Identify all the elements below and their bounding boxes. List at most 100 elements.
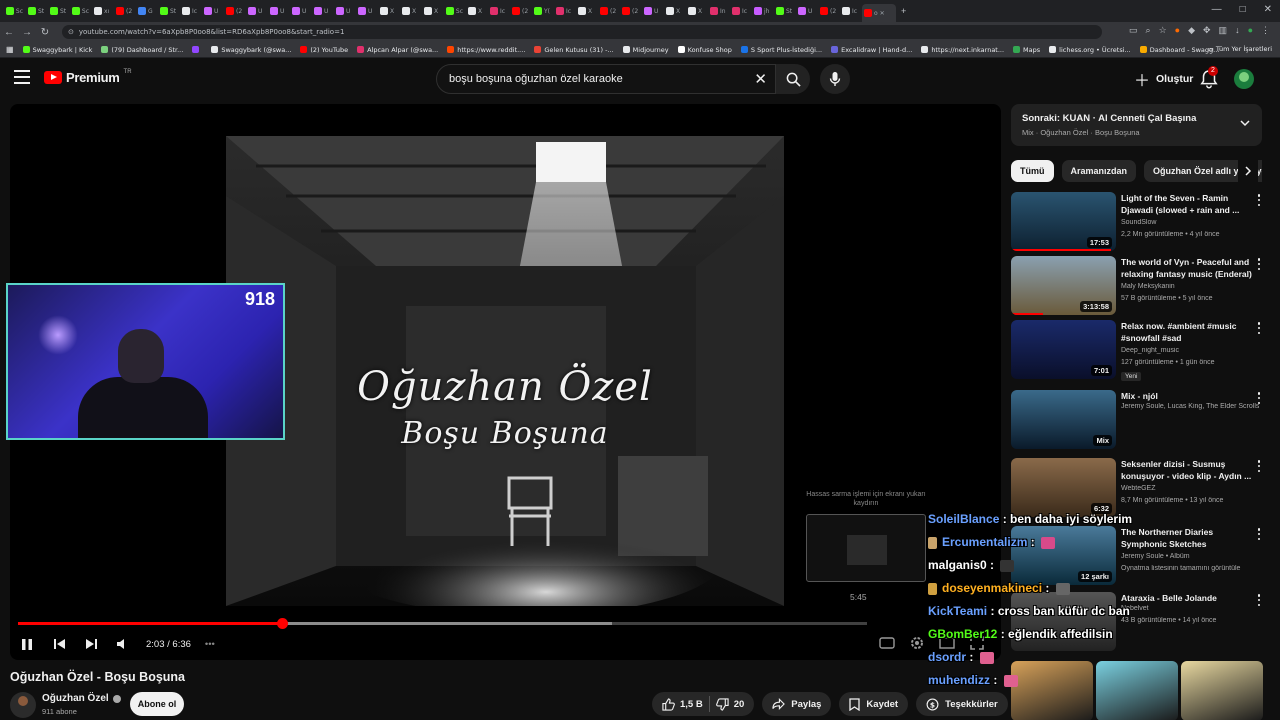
browser-tab[interactable]: U: [642, 3, 663, 19]
bookmark-item[interactable]: (2) YouTube: [300, 46, 348, 54]
dislike-button[interactable]: 20: [715, 697, 744, 711]
chip-all[interactable]: Tümü: [1011, 160, 1054, 182]
recommendation-title[interactable]: Mix - njól: [1121, 390, 1259, 402]
bookmark-star-icon[interactable]: ☆: [1159, 25, 1167, 36]
browser-tab[interactable]: Sc: [4, 3, 25, 19]
up-next-mix-panel[interactable]: Sonraki: KUAN · Al Cenneti Çal Başına Mi…: [1011, 104, 1262, 146]
create-button[interactable]: ＋ Oluştur: [1124, 64, 1203, 94]
browser-tab[interactable]: St: [26, 3, 47, 19]
video-thumbnail[interactable]: Mix: [1011, 390, 1116, 449]
browser-tab[interactable]: X: [422, 3, 443, 19]
browser-tab[interactable]: St: [158, 3, 179, 19]
bookmark-item[interactable]: [192, 46, 202, 53]
browser-tab[interactable]: (2: [224, 3, 245, 19]
browser-tab[interactable]: jh: [752, 3, 773, 19]
reload-icon[interactable]: ↻: [36, 27, 54, 38]
recommendation-channel[interactable]: Jeremy Soule, Lucas King, The Elder Scro…: [1121, 403, 1259, 410]
profile-icon[interactable]: ●: [1248, 25, 1253, 36]
recommendation-title[interactable]: Seksenler dizisi - Susmuş konuşuyor - vi…: [1121, 458, 1259, 482]
recommendation-title[interactable]: Light of the Seven - Ramin Djawadi (slow…: [1121, 192, 1259, 216]
video-thumbnail[interactable]: 6:32: [1011, 458, 1116, 517]
chevron-down-icon[interactable]: [1240, 118, 1250, 128]
browser-tab[interactable]: U: [246, 3, 267, 19]
browser-tab[interactable]: U: [290, 3, 311, 19]
forward-icon[interactable]: →: [18, 27, 36, 38]
recommendation-item[interactable]: 17:53 Light of the Seven - Ramin Djawadi …: [1011, 192, 1271, 252]
browser-tab[interactable]: Y(: [532, 3, 553, 19]
recommendation-channel[interactable]: WebteGEZ: [1121, 485, 1259, 492]
account-avatar[interactable]: [1234, 69, 1254, 89]
search-input[interactable]: boşu boşuna oğuzhan özel karaoke ✕: [436, 64, 776, 94]
voice-search-button[interactable]: [820, 64, 850, 94]
bookmark-item[interactable]: https://next.inkarnat...: [921, 46, 1004, 54]
cast-icon[interactable]: ▭: [1129, 25, 1138, 36]
bookmark-item[interactable]: lichess.org • Ücretsi...: [1049, 46, 1131, 54]
more-options-icon[interactable]: [1257, 460, 1261, 472]
browser-tab[interactable]: Ic: [180, 3, 201, 19]
more-options-icon[interactable]: [1257, 392, 1261, 404]
extension-icon[interactable]: ◆: [1188, 25, 1195, 36]
maximize-icon[interactable]: □: [1240, 4, 1246, 15]
browser-tab[interactable]: xı: [92, 3, 113, 19]
youtube-premium-logo[interactable]: Premium TR: [44, 69, 132, 85]
video-thumbnail[interactable]: 17:53: [1011, 192, 1116, 251]
search-button[interactable]: [776, 64, 810, 94]
video-thumbnail[interactable]: 3:13:58: [1011, 256, 1116, 315]
subscribe-button[interactable]: Abone ol: [130, 692, 184, 716]
browser-tab[interactable]: Sc: [70, 3, 91, 19]
browser-tab[interactable]: U: [268, 3, 289, 19]
recommendation-item[interactable]: Ataraxia - Belle Jolande Nebelvet 43 B gör…: [1011, 592, 1271, 652]
previous-button[interactable]: [50, 635, 68, 653]
browser-tab[interactable]: U: [334, 3, 355, 19]
recommendation-item[interactable]: 6:32 Seksenler dizisi - Susmuş konuşuyor …: [1011, 458, 1271, 518]
browser-tab[interactable]: Sc: [444, 3, 465, 19]
video-thumbnail[interactable]: [1011, 592, 1116, 651]
browser-tab[interactable]: (2: [598, 3, 619, 19]
browser-tab[interactable]: X: [686, 3, 707, 19]
browser-tab[interactable]: St: [774, 3, 795, 19]
thanks-button[interactable]: $ Teşekkürler: [916, 692, 1008, 716]
recommendation-channel[interactable]: Maly Meksykanin: [1121, 283, 1259, 290]
browser-tab[interactable]: (2: [510, 3, 531, 19]
scrubber-handle[interactable]: [277, 618, 289, 629]
bookmark-item[interactable]: https://www.reddit....: [447, 46, 525, 54]
pause-button[interactable]: [18, 635, 36, 653]
recommendation-title[interactable]: Relax now. #ambient #music #snowfall #sa…: [1121, 320, 1259, 344]
channel-avatar[interactable]: [10, 692, 36, 718]
browser-tab[interactable]: (2: [114, 3, 135, 19]
bookmark-item[interactable]: Swaggybark | Kick: [22, 46, 92, 54]
browser-tab[interactable]: (2: [818, 3, 839, 19]
active-browser-tab[interactable]: o ✕: [862, 4, 896, 22]
browser-tab[interactable]: G: [136, 3, 157, 19]
sidebar-icon[interactable]: ▥: [1219, 25, 1228, 36]
browser-tab[interactable]: X: [400, 3, 421, 19]
channel-name[interactable]: Oğuzhan Özel: [42, 693, 121, 704]
more-options-icon[interactable]: [1257, 322, 1261, 334]
browser-tab[interactable]: U: [796, 3, 817, 19]
close-tab-icon[interactable]: ✕: [880, 10, 885, 17]
bookmark-item[interactable]: S Sport Plus-İstediği...: [740, 46, 822, 54]
browser-tab[interactable]: (2: [620, 3, 641, 19]
more-options-icon[interactable]: [1257, 594, 1261, 606]
bookmark-item[interactable]: (79) Dashboard / Str...: [101, 46, 183, 54]
recommendation-channel[interactable]: Nebelvet: [1121, 605, 1259, 612]
url-text[interactable]: youtube.com/watch?v=6aXpb8P0oo8&list=RD6…: [79, 28, 345, 36]
back-icon[interactable]: ←: [0, 27, 18, 38]
more-options-icon[interactable]: [1257, 528, 1261, 540]
browser-tab[interactable]: Ic: [488, 3, 509, 19]
minimize-icon[interactable]: —: [1212, 4, 1222, 15]
recommendation-channel[interactable]: Jeremy Soule • Albüm: [1121, 553, 1259, 560]
downloads-icon[interactable]: ↓: [1235, 25, 1240, 36]
new-tab-icon[interactable]: +: [901, 6, 906, 16]
browser-tab[interactable]: Ic: [554, 3, 575, 19]
recommendation-item[interactable]: 7:01 Relax now. #ambient #music #snowfall…: [1011, 320, 1271, 381]
browser-tab[interactable]: X: [378, 3, 399, 19]
apps-grid-icon[interactable]: ▦: [6, 45, 14, 54]
next-button[interactable]: [82, 635, 100, 653]
bookmark-item[interactable]: Konfuse Shop: [677, 46, 732, 54]
shorts-thumbnail[interactable]: [1181, 661, 1263, 720]
browser-tab[interactable]: In: [708, 3, 729, 19]
bookmark-item[interactable]: Midjourney: [622, 46, 669, 54]
bookmark-item[interactable]: Excalidraw | Hand-d...: [831, 46, 912, 54]
extension-icon[interactable]: ●: [1175, 25, 1180, 36]
